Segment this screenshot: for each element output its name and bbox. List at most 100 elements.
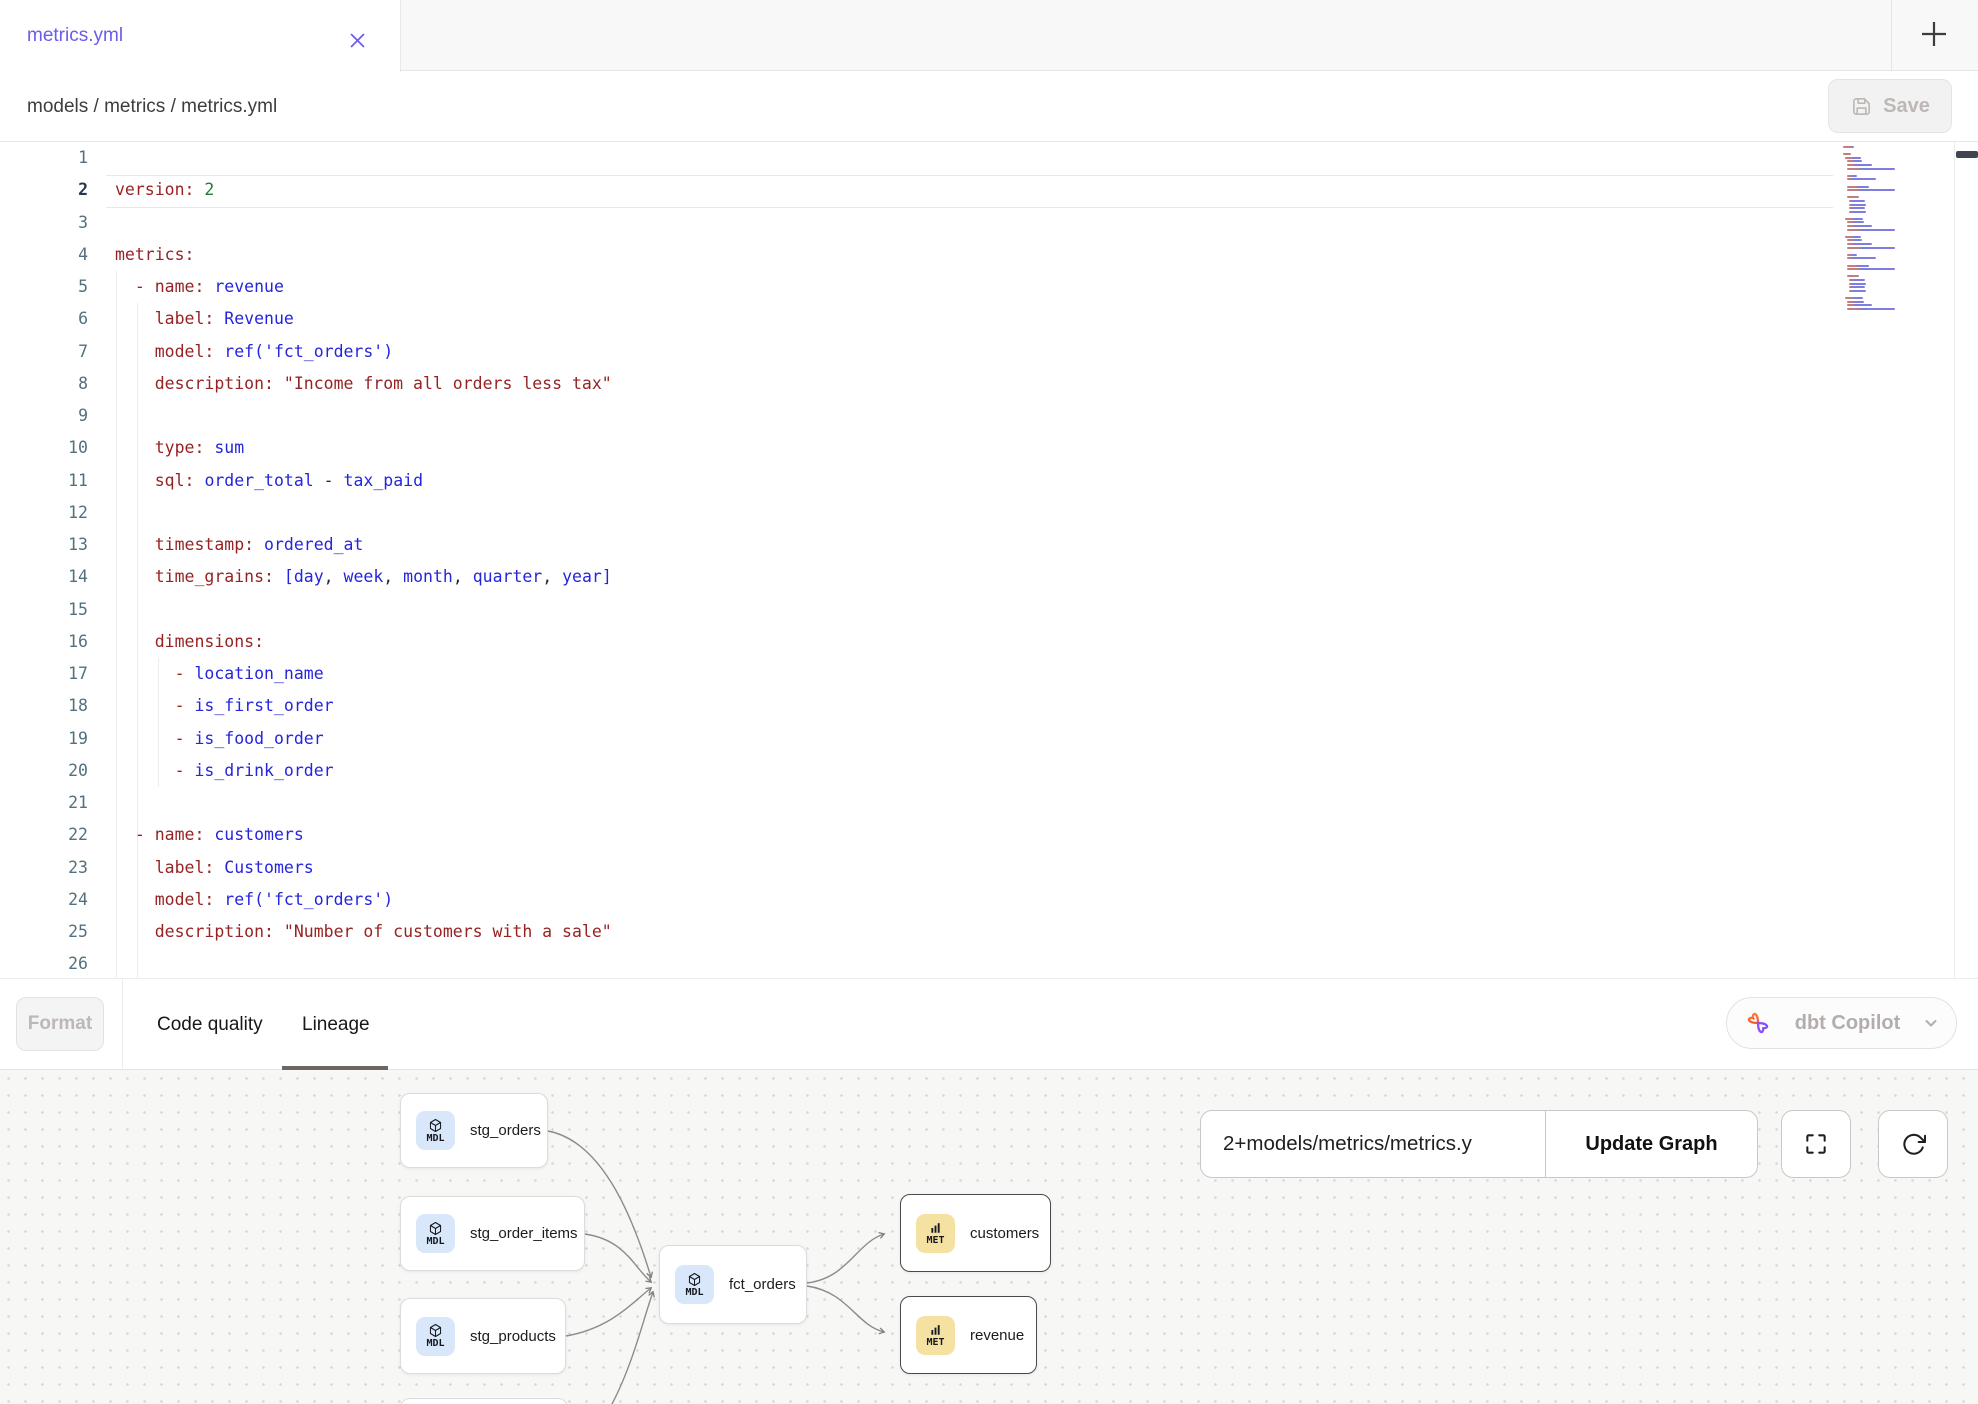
code-editor[interactable]: 1234567891011121314151617181920212223242…: [0, 142, 1978, 978]
edge-fct-revenue: [807, 1286, 884, 1332]
code-line[interactable]: type: sum: [115, 432, 1838, 464]
minimap-line: [1849, 286, 1865, 288]
line-number: 21: [0, 787, 88, 819]
refresh-icon: [1900, 1131, 1927, 1158]
code-line[interactable]: [115, 948, 1838, 978]
code-line[interactable]: description: "Number of customers with a…: [115, 916, 1838, 948]
line-number: 1: [0, 142, 88, 174]
code-line[interactable]: time_grains: [day, week, month, quarter,…: [115, 561, 1838, 593]
code-line[interactable]: [115, 400, 1838, 432]
lineage-canvas[interactable]: MDLstg_orders MDLstg_order_items MDLstg_pr…: [0, 1070, 1978, 1404]
minimap-line: [1847, 186, 1869, 188]
code-line[interactable]: - is_food_order: [115, 723, 1838, 755]
update-graph-button[interactable]: Update Graph: [1546, 1111, 1757, 1177]
lineage-node-fct_orders[interactable]: MDLfct_orders: [659, 1245, 807, 1324]
fullscreen-button[interactable]: [1781, 1110, 1851, 1178]
lineage-node-partial[interactable]: [400, 1398, 568, 1404]
code-line[interactable]: [115, 497, 1838, 529]
minimap-line: [1843, 146, 1854, 148]
breadcrumb: models / metrics / metrics.yml: [27, 72, 277, 142]
code-line[interactable]: [115, 787, 1838, 819]
badge-kind-label: MET: [926, 1236, 944, 1246]
lineage-node-stg_products[interactable]: MDLstg_products: [400, 1298, 566, 1374]
lineage-filter-input[interactable]: [1201, 1111, 1545, 1177]
minimap-line: [1847, 178, 1875, 180]
code-line[interactable]: model: ref('fct_orders'): [115, 336, 1838, 368]
line-number: 25: [0, 916, 88, 948]
line-number: 15: [0, 594, 88, 626]
tab-lineage[interactable]: Lineage: [302, 979, 370, 1070]
minimap-line: [1847, 239, 1862, 241]
line-number: 26: [0, 948, 88, 978]
code-line[interactable]: description: "Income from all orders les…: [115, 368, 1838, 400]
new-tab-button[interactable]: [1908, 14, 1960, 58]
graph-controls: Update Graph: [1200, 1110, 1758, 1178]
dbt-copilot-icon: [1743, 1008, 1773, 1038]
line-number: 9: [0, 400, 88, 432]
line-number: 11: [0, 465, 88, 497]
minimap-line: [1847, 175, 1856, 177]
format-button[interactable]: Format: [16, 997, 104, 1051]
scrollbar-thumb[interactable]: [1956, 151, 1978, 158]
save-label: Save: [1883, 95, 1930, 118]
dbt-copilot-button[interactable]: dbt Copilot: [1726, 997, 1957, 1049]
code-line[interactable]: metrics:: [115, 239, 1838, 271]
model-badge: MDL: [416, 1214, 455, 1253]
code-line[interactable]: version: 2: [115, 174, 1838, 206]
model-badge: MDL: [416, 1111, 455, 1150]
line-number: 10: [0, 432, 88, 464]
minimap-line: [1847, 229, 1895, 231]
edge-stg-order-items-fct: [585, 1234, 651, 1282]
minimap-line: [1843, 261, 1948, 263]
edge-stg-products-fct: [566, 1288, 651, 1336]
model-icon: [428, 1118, 443, 1133]
code-line[interactable]: - is_first_order: [115, 690, 1838, 722]
minimap-line: [1847, 304, 1872, 306]
lineage-node-customers[interactable]: METcustomers: [900, 1194, 1051, 1272]
save-button[interactable]: Save: [1828, 79, 1952, 133]
lineage-node-revenue[interactable]: METrevenue: [900, 1296, 1037, 1374]
code-line[interactable]: - name: revenue: [115, 271, 1838, 303]
code-line[interactable]: label: Revenue: [115, 303, 1838, 335]
line-number: 2: [0, 174, 88, 206]
code-line[interactable]: label: Customers: [115, 852, 1838, 884]
minimap-line: [1849, 200, 1865, 202]
minimap-line: [1843, 182, 1948, 184]
code-line[interactable]: model: ref('fct_orders'): [115, 884, 1838, 916]
minimap-line: [1843, 232, 1948, 234]
line-number: 8: [0, 368, 88, 400]
line-number: 6: [0, 303, 88, 335]
code-line[interactable]: sql: order_total - tax_paid: [115, 465, 1838, 497]
minimap-line: [1847, 268, 1895, 270]
minimap-line: [1847, 254, 1856, 256]
minimap-line: [1843, 250, 1948, 252]
line-number: 23: [0, 852, 88, 884]
line-number: 12: [0, 497, 88, 529]
code-line[interactable]: timestamp: ordered_at: [115, 529, 1838, 561]
code-line[interactable]: [115, 594, 1838, 626]
minimap-line: [1847, 243, 1872, 245]
plus-icon: [1916, 16, 1952, 57]
minimap-line: [1843, 214, 1948, 216]
lineage-node-stg_orders[interactable]: MDLstg_orders: [400, 1093, 548, 1168]
refresh-button[interactable]: [1878, 1110, 1948, 1178]
tab-code-quality[interactable]: Code quality: [157, 979, 263, 1070]
minimap-line: [1847, 196, 1859, 198]
close-tab-button[interactable]: [344, 27, 370, 53]
badge-kind-label: MDL: [685, 1288, 703, 1298]
code-line[interactable]: - is_drink_order: [115, 755, 1838, 787]
code-line[interactable]: dimensions:: [115, 626, 1838, 658]
code-line[interactable]: - location_name: [115, 658, 1838, 690]
code-lines: version: 2 metrics: - name: revenue label…: [115, 142, 1838, 978]
tab-metrics-yml[interactable]: metrics.yml: [0, 0, 401, 72]
badge-kind-label: MDL: [426, 1134, 444, 1144]
code-line[interactable]: [115, 142, 1838, 174]
metric-badge: MET: [916, 1214, 955, 1253]
code-line[interactable]: - name: customers: [115, 819, 1838, 851]
code-line[interactable]: [115, 207, 1838, 239]
lineage-node-stg_order_items[interactable]: MDLstg_order_items: [400, 1196, 585, 1271]
fullscreen-icon: [1803, 1131, 1829, 1157]
graph-filter-group: Update Graph: [1200, 1110, 1758, 1178]
minimap[interactable]: [1843, 146, 1948, 315]
line-number: 3: [0, 207, 88, 239]
